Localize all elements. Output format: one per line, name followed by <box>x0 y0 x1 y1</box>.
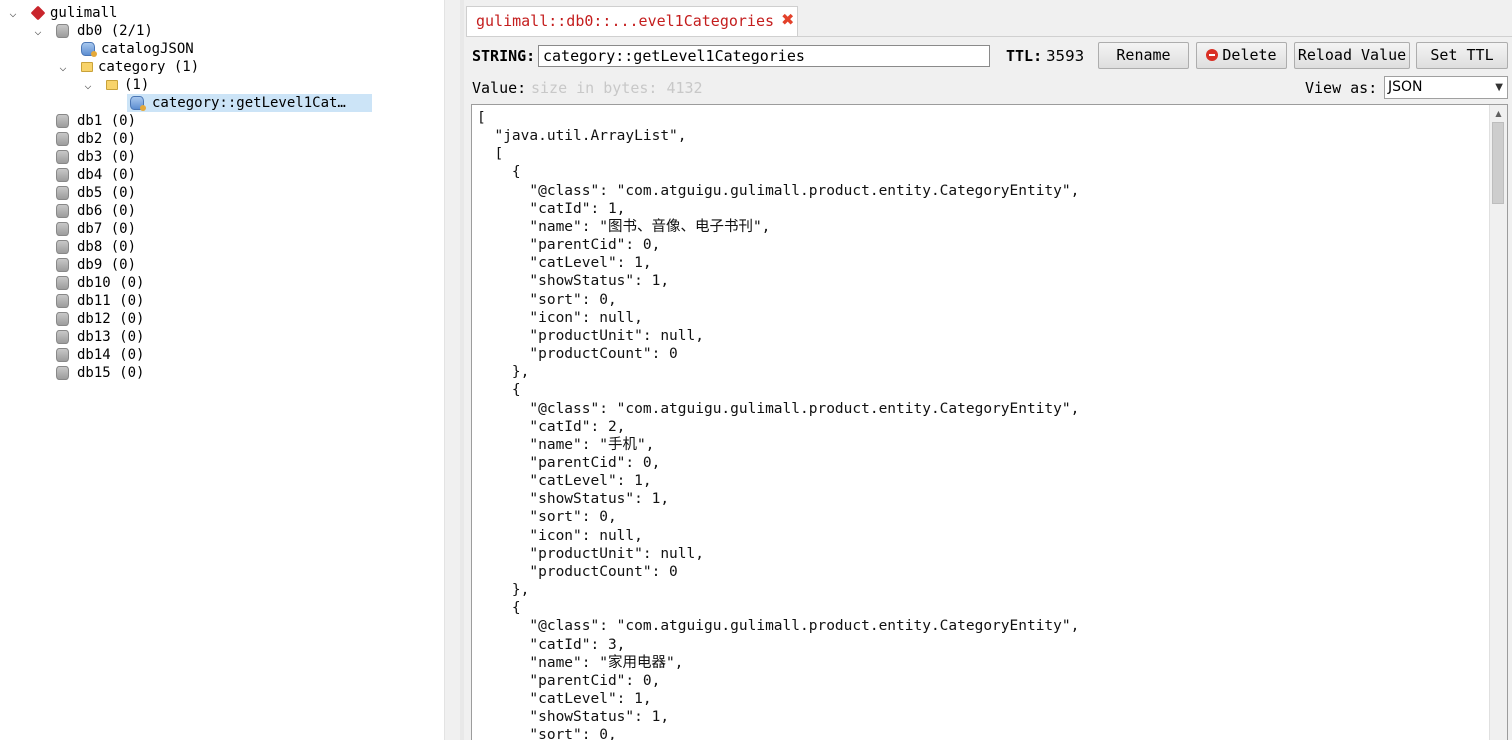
db-label: db15 (0) <box>77 365 145 381</box>
delete-button-label: Delete <box>1222 46 1277 64</box>
database-icon <box>56 222 69 236</box>
connection-tree: ⌵ gulimall ⌵ db0 (2/1) catalogJSON ⌵ cat… <box>0 0 445 740</box>
database-icon <box>56 348 69 362</box>
db-label: db7 (0) <box>77 221 137 237</box>
value-content[interactable]: [ "java.util.ArrayList", [ { "@class": "… <box>477 109 1079 740</box>
value-label: Value: <box>472 79 527 97</box>
server-label: gulimall <box>50 5 118 21</box>
rename-button[interactable]: Rename <box>1098 42 1189 69</box>
database-icon <box>56 204 69 218</box>
tree-node-db[interactable]: db8 (0) <box>0 238 300 256</box>
tree-node-db[interactable]: db11 (0) <box>0 292 300 310</box>
db-label: db6 (0) <box>77 203 137 219</box>
db-label: db10 (0) <box>77 275 145 291</box>
chevron-down-icon[interactable]: ⌵ <box>56 58 70 76</box>
scroll-up-icon[interactable]: ▲ <box>1490 105 1507 122</box>
database-icon <box>56 150 69 164</box>
chevron-down-icon[interactable]: ⌵ <box>6 4 20 22</box>
key-type-label: STRING: <box>472 47 536 65</box>
key-label: category::getLevel1Cat… <box>152 95 346 111</box>
string-key-icon <box>130 96 146 111</box>
value-size-text: size in bytes: 4132 <box>531 79 703 97</box>
tree-node-db[interactable]: db3 (0) <box>0 148 300 166</box>
key-name-field[interactable] <box>538 45 990 67</box>
db-label: db3 (0) <box>77 149 137 165</box>
tree-node-db[interactable]: db9 (0) <box>0 256 300 274</box>
string-key-icon <box>81 42 97 57</box>
database-icon <box>56 132 69 146</box>
tree-folder-empty-name[interactable]: ⌵ (1) <box>0 76 300 94</box>
tree-node-db[interactable]: db15 (0) <box>0 364 300 382</box>
tree-key-getlevel1categories[interactable]: category::getLevel1Cat… <box>127 94 372 112</box>
tree-node-db[interactable]: db5 (0) <box>0 184 300 202</box>
tree-folder-category[interactable]: ⌵ category (1) <box>0 58 300 76</box>
database-icon <box>56 168 69 182</box>
tree-node-db0[interactable]: ⌵ db0 (2/1) <box>0 22 300 40</box>
tree-node-db[interactable]: db2 (0) <box>0 130 300 148</box>
redis-server-icon <box>30 5 46 21</box>
tab-key-view[interactable]: gulimall::db0::...evel1Categories ✖ <box>466 6 798 36</box>
folder-label: category (1) <box>98 59 200 75</box>
db-label: db5 (0) <box>77 185 137 201</box>
database-icon <box>56 240 69 254</box>
view-as-selected: JSON <box>1388 79 1423 95</box>
dropdown-arrow-icon: ▼ <box>1495 82 1503 93</box>
database-icon <box>56 24 69 38</box>
database-icon <box>56 330 69 344</box>
close-icon[interactable]: ✖ <box>781 10 794 29</box>
database-icon <box>56 366 69 380</box>
set-ttl-button-label: Set TTL <box>1430 46 1494 64</box>
db-label: db4 (0) <box>77 167 137 183</box>
reload-value-button[interactable]: Reload Value <box>1294 42 1410 69</box>
splitter[interactable] <box>460 0 464 740</box>
tree-node-db[interactable]: db13 (0) <box>0 328 300 346</box>
db0-label: db0 (2/1) <box>77 23 153 39</box>
key-label: catalogJSON <box>101 41 194 57</box>
tree-node-db[interactable]: db12 (0) <box>0 310 300 328</box>
db-label: db1 (0) <box>77 113 137 129</box>
folder-icon <box>106 80 118 90</box>
ttl-label: TTL: <box>1006 47 1043 65</box>
delete-icon <box>1206 49 1219 61</box>
chevron-down-icon[interactable]: ⌵ <box>31 22 45 40</box>
db-label: db2 (0) <box>77 131 137 147</box>
tree-node-db[interactable]: db6 (0) <box>0 202 300 220</box>
folder-icon <box>81 62 93 72</box>
folder-label: (1) <box>124 77 150 93</box>
db-label: db14 (0) <box>77 347 145 363</box>
tree-scrollbar[interactable] <box>444 0 461 740</box>
db-label: db8 (0) <box>77 239 137 255</box>
db-label: db13 (0) <box>77 329 145 345</box>
db-label: db9 (0) <box>77 257 137 273</box>
database-icon <box>56 186 69 200</box>
database-icon <box>56 294 69 308</box>
tree-node-db[interactable]: db1 (0) <box>0 112 300 130</box>
scroll-thumb[interactable] <box>1492 122 1504 204</box>
rename-button-label: Rename <box>1116 46 1171 64</box>
database-icon <box>56 276 69 290</box>
value-editor[interactable]: [ "java.util.ArrayList", [ { "@class": "… <box>471 104 1508 740</box>
tree-node-db[interactable]: db7 (0) <box>0 220 300 238</box>
db-label: db12 (0) <box>77 311 145 327</box>
tree-node-db[interactable]: db4 (0) <box>0 166 300 184</box>
chevron-down-icon[interactable]: ⌵ <box>81 76 95 94</box>
view-as-select[interactable]: JSON ▼ <box>1384 76 1508 99</box>
db-label: db11 (0) <box>77 293 145 309</box>
database-icon <box>56 114 69 128</box>
reload-button-label: Reload Value <box>1297 46 1407 64</box>
database-icon <box>56 312 69 326</box>
ttl-value: 3593 <box>1046 47 1085 65</box>
tree-node-db[interactable]: db14 (0) <box>0 346 300 364</box>
tree-node-db[interactable]: db10 (0) <box>0 274 300 292</box>
view-as-label: View as: <box>1305 79 1378 97</box>
tab-title: gulimall::db0::...evel1Categories <box>476 12 775 30</box>
editor-scrollbar[interactable]: ▲ <box>1489 105 1507 740</box>
set-ttl-button[interactable]: Set TTL <box>1416 42 1508 69</box>
tree-node-server[interactable]: ⌵ gulimall <box>0 4 300 22</box>
tree-key-catalogjson[interactable]: catalogJSON <box>0 40 300 58</box>
delete-button[interactable]: Delete <box>1196 42 1287 69</box>
database-icon <box>56 258 69 272</box>
